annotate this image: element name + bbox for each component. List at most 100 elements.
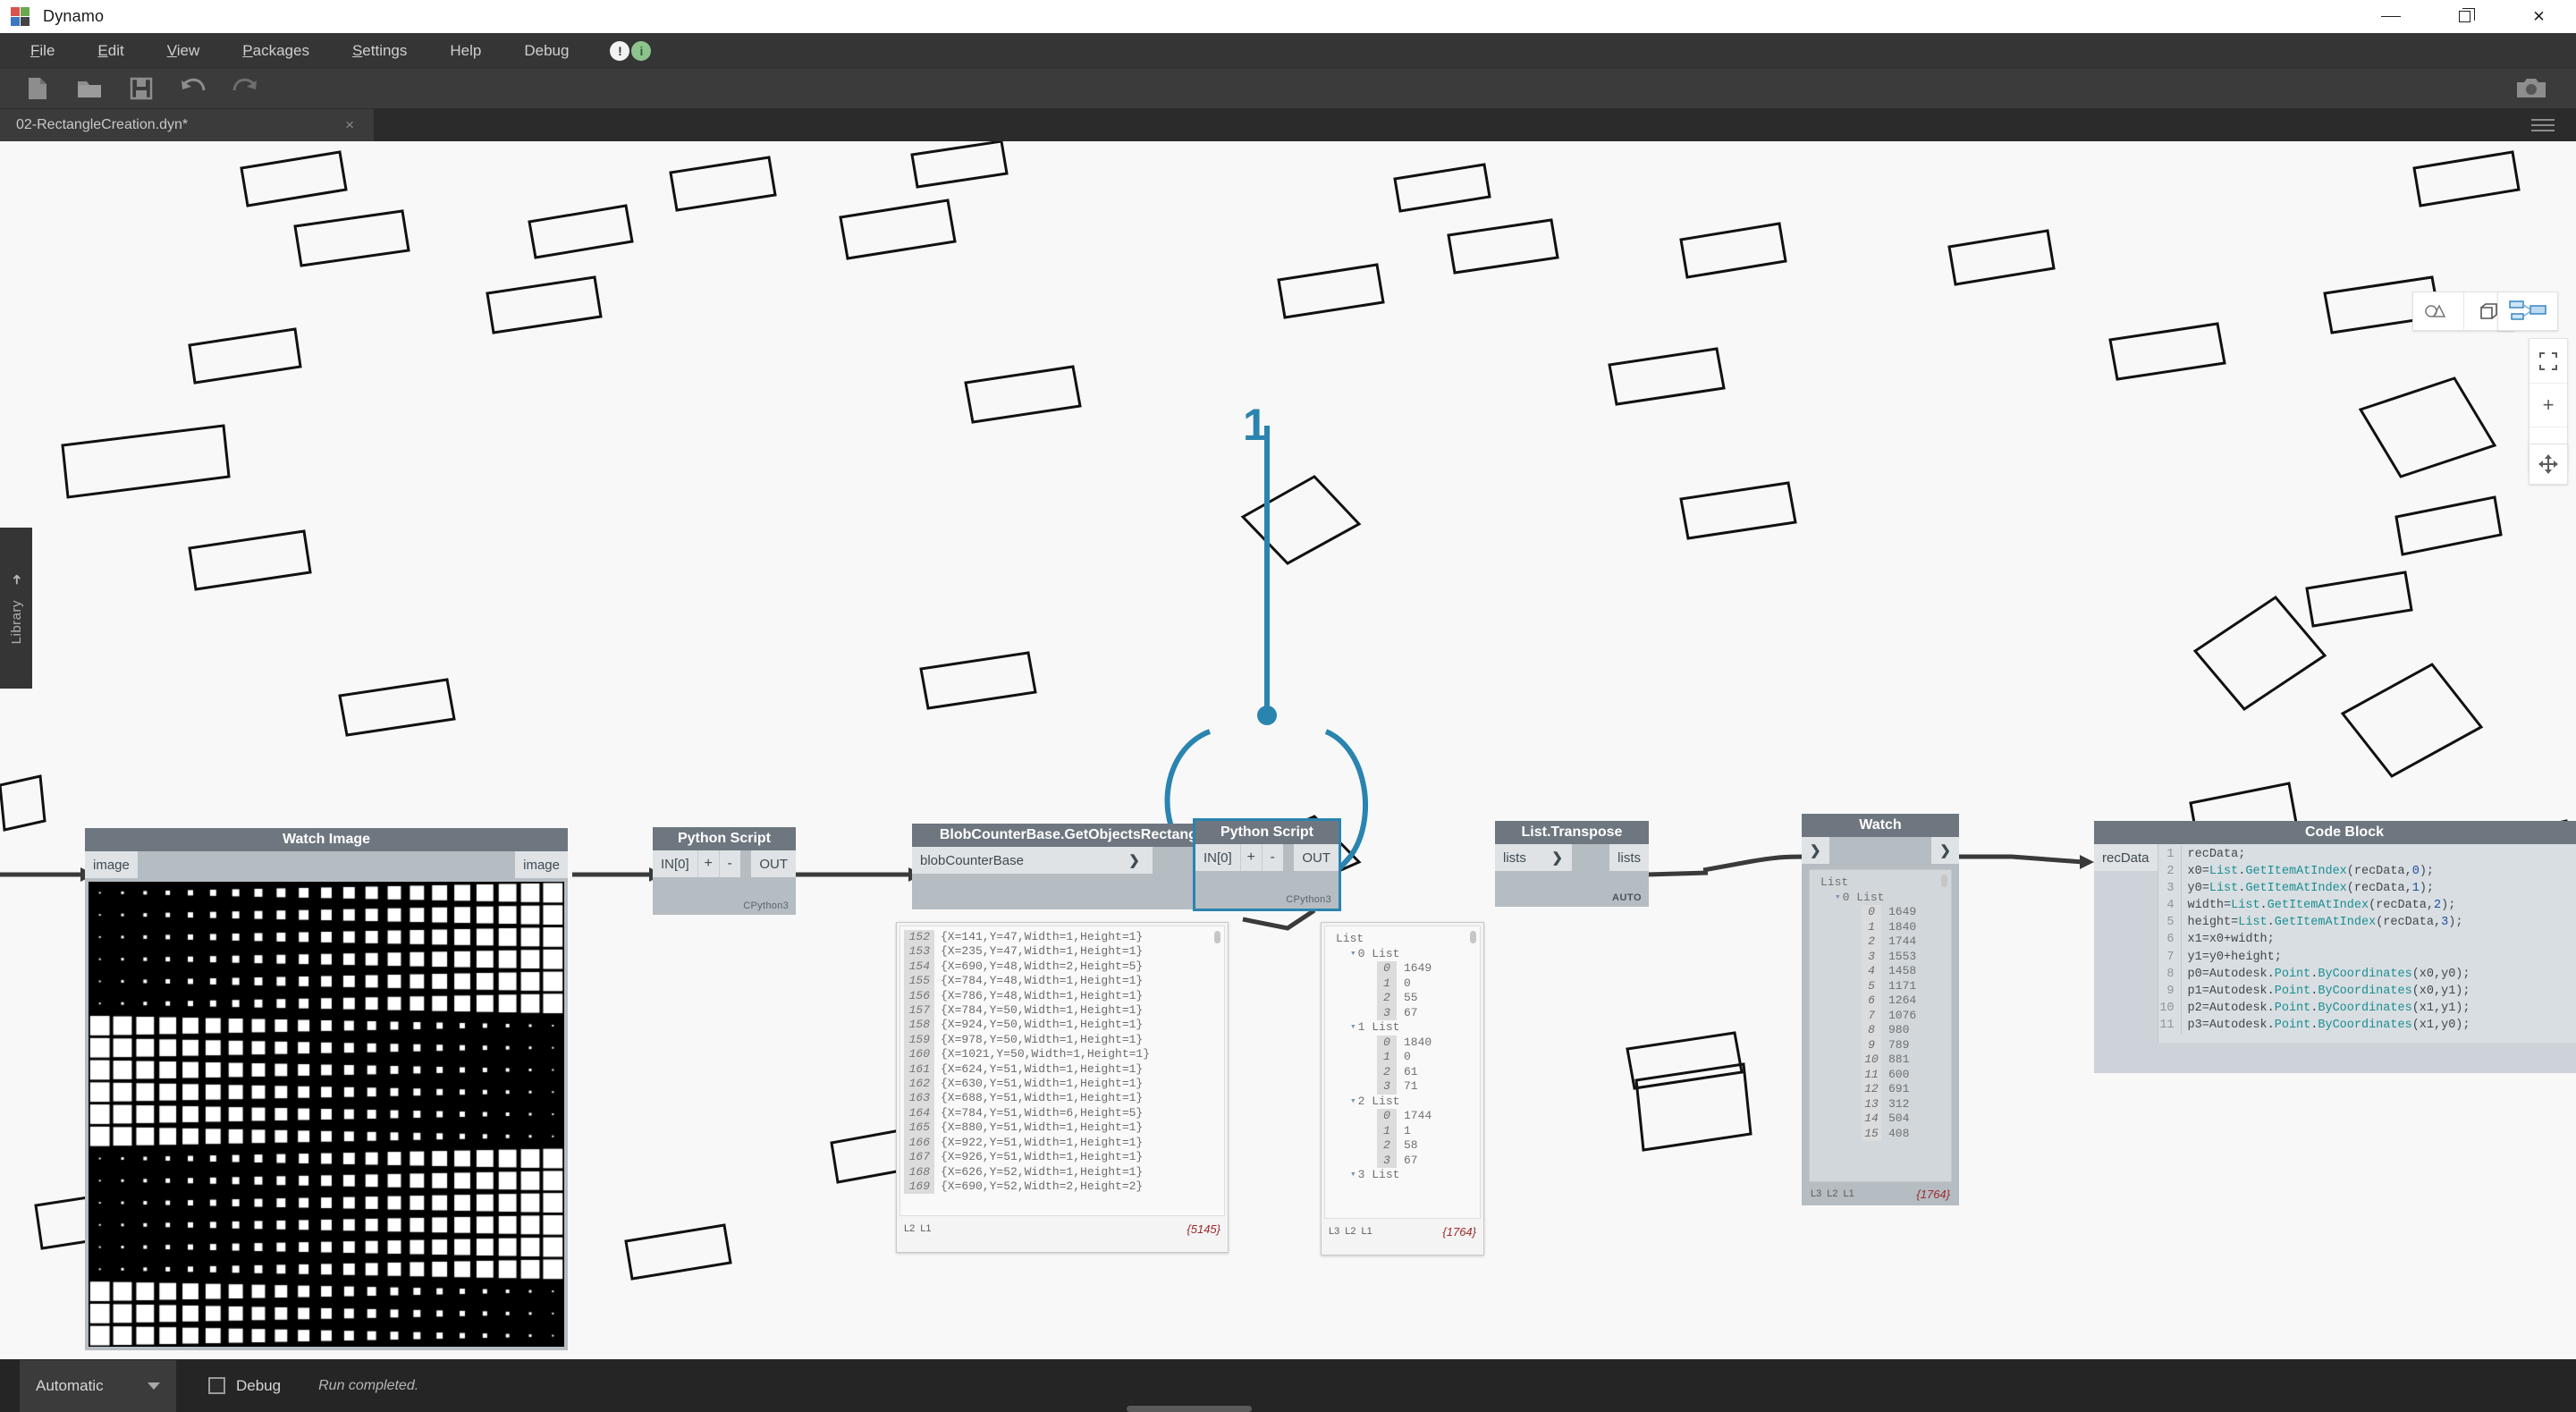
fit-to-screen-icon[interactable] bbox=[2530, 339, 2567, 383]
add-input-button[interactable]: + bbox=[1240, 844, 1262, 871]
hamburger-icon[interactable] bbox=[2531, 115, 2555, 135]
node-code-block[interactable]: Code Block recData 1recData;2x0=List.Get… bbox=[2094, 821, 2576, 1073]
menu-file[interactable]: File bbox=[30, 42, 55, 60]
row-index: 167 bbox=[904, 1150, 934, 1164]
expand-caret-icon[interactable]: ▾ bbox=[1350, 1168, 1356, 1183]
item-value: 2 List bbox=[1358, 1095, 1400, 1110]
level-badge-l1[interactable]: L1 bbox=[1362, 1226, 1372, 1237]
preview-scrollbar[interactable] bbox=[1214, 931, 1220, 943]
row-value: {X=626,Y=52,Width=1,Height=1} bbox=[941, 1165, 1143, 1179]
expand-caret-icon[interactable]: ▾ bbox=[1350, 1020, 1356, 1036]
port-out-out[interactable]: OUT bbox=[1294, 844, 1339, 871]
port-out-lists[interactable]: lists bbox=[1609, 844, 1649, 871]
info-badge-icon[interactable]: i bbox=[631, 41, 651, 61]
preview-python-script[interactable]: List▾0 List0164910255367▾1 List018401026… bbox=[1321, 922, 1484, 1256]
item-index: 2 bbox=[1377, 991, 1397, 1006]
warning-badge-icon[interactable]: ! bbox=[610, 41, 629, 61]
code-block-editor[interactable]: 1recData;2x0=List.GetItemAtIndex(recData… bbox=[2158, 844, 2576, 1043]
port-in-image[interactable]: image bbox=[85, 851, 138, 878]
level-badge-l1[interactable]: L1 bbox=[920, 1223, 931, 1234]
expand-caret-icon[interactable]: ▾ bbox=[1350, 947, 1356, 962]
expand-caret-icon[interactable]: ▾ bbox=[1350, 1095, 1356, 1110]
horizontal-scrollbar[interactable] bbox=[1127, 1406, 1252, 1412]
item-index: 11 bbox=[1862, 1068, 1881, 1083]
zoom-in-icon[interactable]: + bbox=[2530, 383, 2567, 427]
new-file-icon[interactable] bbox=[20, 74, 55, 103]
item-value: 1649 bbox=[1888, 905, 1916, 920]
item-value: 58 bbox=[1404, 1138, 1418, 1154]
port-in-0[interactable]: IN[0] bbox=[1195, 844, 1240, 871]
open-file-icon[interactable] bbox=[72, 74, 107, 103]
preview-blobcounter[interactable]: 152{X=141,Y=47,Width=1,Height=1}153{X=23… bbox=[896, 922, 1229, 1253]
close-button[interactable]: ✕ bbox=[2502, 0, 2576, 33]
level-badge-l2[interactable]: L2 bbox=[904, 1223, 915, 1234]
tree-item: 9789 bbox=[1815, 1038, 1951, 1053]
line-text: x1=x0+width; bbox=[2188, 931, 2275, 948]
item-index: 1 bbox=[1377, 977, 1397, 992]
menu-help[interactable]: Help bbox=[450, 42, 481, 60]
level-badge-l2[interactable]: L2 bbox=[1827, 1188, 1837, 1199]
menu-packages[interactable]: Packages bbox=[242, 42, 309, 60]
graph-canvas[interactable]: ➜ Library 1 bbox=[0, 141, 2576, 1359]
item-value: List bbox=[1820, 875, 1848, 891]
level-badge-l3[interactable]: L3 bbox=[1329, 1226, 1339, 1237]
preview-row: 156{X=786,Y=48,Width=1,Height=1} bbox=[904, 989, 1224, 1003]
preview-scrollbar[interactable] bbox=[1941, 875, 1947, 887]
port-out-out[interactable]: OUT bbox=[751, 850, 796, 877]
menu-view[interactable]: View bbox=[167, 42, 200, 60]
port-in-lists[interactable]: lists ❯ bbox=[1495, 844, 1572, 871]
add-input-button[interactable]: + bbox=[697, 850, 719, 877]
status-bar: Automatic Debug Run completed. bbox=[0, 1359, 2576, 1412]
port-out-image[interactable]: image bbox=[515, 851, 568, 878]
redo-icon[interactable] bbox=[227, 74, 263, 103]
item-value: 0 List bbox=[1843, 891, 1885, 906]
preview-list: 152{X=141,Y=47,Width=1,Height=1}153{X=23… bbox=[899, 926, 1225, 1216]
graph-view-icon[interactable] bbox=[2497, 292, 2558, 331]
save-file-icon[interactable] bbox=[123, 74, 159, 103]
minimize-button[interactable] bbox=[2353, 0, 2428, 33]
debug-toggle[interactable]: Debug bbox=[208, 1377, 281, 1395]
port-in-0[interactable]: IN[0] bbox=[653, 850, 697, 877]
node-watch-image[interactable]: Watch Image image image bbox=[85, 828, 568, 1350]
port-out-watch[interactable]: ❯ bbox=[1931, 837, 1959, 864]
preview-scrollbar[interactable] bbox=[1470, 931, 1476, 943]
camera-icon[interactable] bbox=[2513, 74, 2549, 103]
line-number: 10 bbox=[2158, 1000, 2182, 1017]
line-number: 5 bbox=[2158, 914, 2182, 931]
line-text: height=List.GetItemAtIndex(recData,3); bbox=[2188, 914, 2463, 931]
menu-edit[interactable]: Edit bbox=[97, 42, 123, 60]
preview-tree-rows: List▾0 List0164910255367▾1 List018401026… bbox=[1330, 932, 1480, 1183]
tree-item: 21744 bbox=[1815, 934, 1951, 950]
node-title: Python Script bbox=[653, 827, 796, 850]
level-badge-l1[interactable]: L1 bbox=[1844, 1188, 1854, 1199]
line-text: p3=Autodesk.Point.ByCoordinates(x1,y0); bbox=[2188, 1017, 2470, 1034]
node-python-script-selected[interactable]: Python Script IN[0] + - OUT CPython3 bbox=[1195, 821, 1339, 909]
item-index: 12 bbox=[1862, 1082, 1881, 1097]
port-in-blobcounterbase[interactable]: blobCounterBase ❯ bbox=[912, 847, 1153, 874]
geometry-view-icon[interactable] bbox=[2413, 292, 2463, 330]
port-in-recdata[interactable]: recData bbox=[2094, 844, 2158, 871]
node-watch[interactable]: Watch ❯ ❯ List▾0 List0164911840217443155… bbox=[1802, 814, 1959, 1205]
remove-input-button[interactable]: - bbox=[1262, 844, 1283, 871]
level-badge-l2[interactable]: L2 bbox=[1345, 1226, 1356, 1237]
row-value: {X=924,Y=50,Width=1,Height=1} bbox=[941, 1018, 1143, 1032]
maximize-button[interactable] bbox=[2428, 0, 2502, 33]
pan-icon[interactable] bbox=[2529, 444, 2568, 485]
port-in-watch[interactable]: ❯ bbox=[1802, 837, 1829, 864]
menu-debug[interactable]: Debug bbox=[524, 42, 569, 60]
app-title: Dynamo bbox=[43, 7, 104, 26]
undo-icon[interactable] bbox=[175, 74, 211, 103]
line-number: 4 bbox=[2158, 897, 2182, 914]
level-badge-l3[interactable]: L3 bbox=[1811, 1188, 1821, 1199]
node-python-script-left[interactable]: Python Script IN[0] + - OUT CPython3 bbox=[653, 827, 796, 915]
tab-close-icon[interactable]: × bbox=[342, 116, 358, 134]
debug-checkbox[interactable] bbox=[208, 1377, 225, 1394]
expand-caret-icon[interactable]: ▾ bbox=[1835, 891, 1841, 906]
run-mode-dropdown[interactable]: Automatic bbox=[20, 1360, 176, 1412]
tree-item: 8980 bbox=[1815, 1023, 1951, 1038]
tab-02-rectanglecreation[interactable]: 02-RectangleCreation.dyn* × bbox=[0, 109, 374, 141]
item-index: 2 bbox=[1377, 1065, 1397, 1080]
remove-input-button[interactable]: - bbox=[719, 850, 740, 877]
node-list-transpose[interactable]: List.Transpose lists ❯ lists AUTO bbox=[1495, 821, 1649, 907]
menu-settings[interactable]: Settings bbox=[352, 42, 407, 60]
